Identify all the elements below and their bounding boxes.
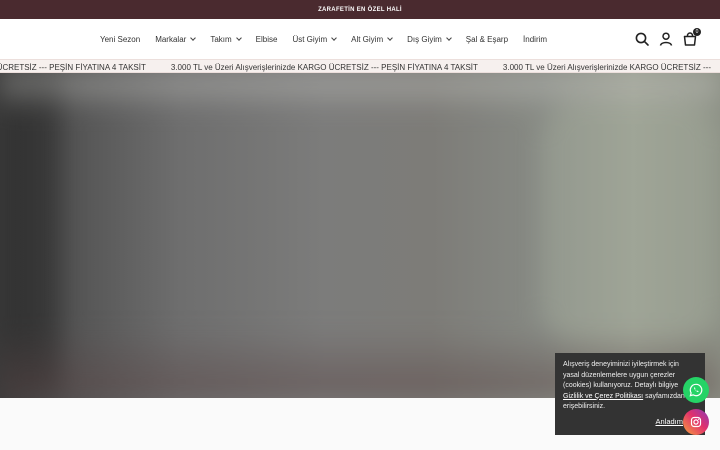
instagram-button[interactable] <box>683 409 709 435</box>
privacy-policy-link[interactable]: Gizlilik ve Çerez Politikası <box>563 393 643 400</box>
menu-item-indirim[interactable]: İndirim <box>523 35 547 44</box>
marquee-track: GO ÜCRETSİZ --- PEŞİN FİYATINA 4 TAKSİT … <box>0 60 720 72</box>
chevron-down-icon <box>235 35 242 41</box>
menu-item-sal-esarp[interactable]: Şal & Eşarp <box>466 35 508 44</box>
hero-banner-image[interactable] <box>0 73 720 398</box>
marquee-item: 3.000 TL ve Üzeri Alışverişlerinizde KAR… <box>170 62 478 72</box>
menu-item-ust-giyim[interactable]: Üst Giyim <box>292 35 337 44</box>
menu-item-yeni-sezon[interactable]: Yeni Sezon <box>100 35 140 44</box>
header-actions: 0 <box>626 28 701 47</box>
whatsapp-icon <box>689 383 703 397</box>
chevron-down-icon <box>190 35 197 41</box>
search-icon[interactable] <box>634 31 650 47</box>
main-navigation: Yeni Sezon Markalar Takım Elbise Üst Giy… <box>0 19 720 59</box>
marquee-item: GO ÜCRETSİZ --- PEŞİN FİYATINA 4 TAKSİT <box>0 62 146 72</box>
cookie-text: Alışveriş deneyiminizi iyileştirmek için… <box>563 361 679 389</box>
menu-item-elbise[interactable]: Elbise <box>256 35 278 44</box>
cookie-accept-button[interactable]: Anladım <box>655 417 683 426</box>
user-icon[interactable] <box>658 31 674 47</box>
menu-item-alt-giyim[interactable]: Alt Giyim <box>351 35 393 44</box>
menu-item-markalar[interactable]: Markalar <box>155 35 197 44</box>
chevron-down-icon <box>387 35 393 41</box>
promo-marquee: GO ÜCRETSİZ --- PEŞİN FİYATINA 4 TAKSİT … <box>0 59 720 73</box>
hero-image-blur <box>0 73 720 398</box>
cart-count-badge: 0 <box>693 28 701 36</box>
chevron-down-icon <box>445 35 452 41</box>
chevron-down-icon <box>331 35 337 41</box>
menu-item-dis-giyim[interactable]: Dış Giyim <box>407 35 452 44</box>
whatsapp-button[interactable] <box>683 377 709 403</box>
announcement-text: ZARAFETİN EN ÖZEL HALİ <box>318 6 402 13</box>
instagram-icon <box>690 416 702 428</box>
marquee-item: 3.000 TL ve Üzeri Alışverişlerinizde KAR… <box>502 62 711 72</box>
cart-icon[interactable]: 0 <box>682 28 701 47</box>
menu: Yeni Sezon Markalar Takım Elbise Üst Giy… <box>100 19 562 59</box>
menu-item-takim[interactable]: Takım <box>210 35 242 44</box>
announcement-bar: ZARAFETİN EN ÖZEL HALİ <box>0 0 720 19</box>
